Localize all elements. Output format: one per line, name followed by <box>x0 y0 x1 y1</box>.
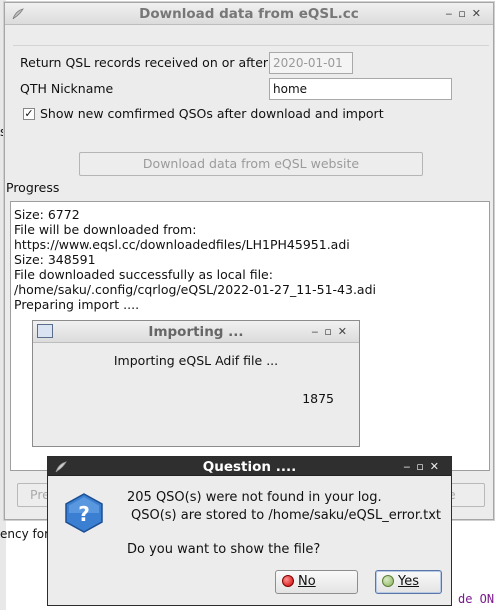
app-feather-icon <box>55 461 67 473</box>
qth-nickname-label: QTH Nickname <box>20 81 114 96</box>
import-count: 1875 <box>302 391 334 406</box>
show-new-qsos-checkbox[interactable]: ✓ <box>23 108 35 120</box>
background-code-fragment: de ON <box>458 592 497 610</box>
minimize-icon[interactable]: ‒ <box>445 7 458 20</box>
no-label: No <box>298 574 316 589</box>
maximize-icon[interactable]: ▫ <box>458 7 471 20</box>
log-line: https://www.eqsl.cc/downloadedfiles/LH1P… <box>14 237 350 252</box>
yes-label: Yes <box>398 574 419 589</box>
question-line-3: Do you want to show the file? <box>127 542 321 557</box>
close-icon[interactable]: ✕ <box>472 7 487 20</box>
question-window-controls[interactable]: ‒▫✕ <box>403 457 445 476</box>
progress-label: Progress <box>6 180 60 195</box>
svg-text:?: ? <box>78 502 90 526</box>
log-line: File will be downloaded from: <box>14 222 197 237</box>
question-line-2: QSO(s) are stored to /home/saku/eQSL_err… <box>131 508 441 523</box>
log-line: File downloaded successfully as local fi… <box>14 267 273 282</box>
background-label-fragment: ency for <box>0 527 50 541</box>
log-line: /home/saku/.config/cqrlog/eQSL/2022-01-2… <box>14 282 376 297</box>
log-line: Size: 6772 <box>14 207 80 222</box>
question-line-1: 205 QSO(s) were not found in your log. <box>127 490 382 505</box>
question-titlebar[interactable]: Question .... ‒▫✕ <box>48 457 451 476</box>
question-title: Question .... <box>202 459 297 475</box>
no-icon <box>282 575 294 587</box>
window-title: Download data from eQSL.cc <box>139 6 359 22</box>
importing-dialog: Importing ... ‒▫✕ Importing eQSL Adif fi… <box>32 320 360 447</box>
question-icon: ? <box>65 493 103 533</box>
yes-icon <box>382 575 394 587</box>
log-line: Size: 348591 <box>14 252 96 267</box>
app-feather-icon <box>12 8 24 20</box>
import-window-controls[interactable]: ‒▫✕ <box>311 321 353 343</box>
import-title: Importing ... <box>148 324 244 340</box>
options-panel: Return QSL records received on or after … <box>13 45 489 149</box>
import-titlebar[interactable]: Importing ... ‒▫✕ <box>33 321 359 343</box>
question-dialog: Question .... ‒▫✕ ? 205 QSO(s) were not … <box>47 456 452 606</box>
window-titlebar[interactable]: Download data from eQSL.cc ‒▫✕ <box>5 3 493 25</box>
window-controls[interactable]: ‒▫✕ <box>445 3 487 25</box>
download-eqsl-button[interactable]: Download data from eQSL website <box>79 152 423 176</box>
return-date-field[interactable]: 2020-01-01 <box>269 52 353 74</box>
yes-button[interactable]: Yes <box>375 570 442 594</box>
qth-nickname-field[interactable]: home <box>269 78 452 100</box>
window-icon <box>37 324 53 338</box>
no-button[interactable]: No <box>275 570 358 594</box>
import-message: Importing eQSL Adif file ... <box>113 353 279 368</box>
return-date-label: Return QSL records received on or after <box>20 55 269 70</box>
show-new-qsos-label: Show new comfirmed QSOs after download a… <box>40 106 384 121</box>
log-line: Preparing import .... <box>14 297 140 312</box>
